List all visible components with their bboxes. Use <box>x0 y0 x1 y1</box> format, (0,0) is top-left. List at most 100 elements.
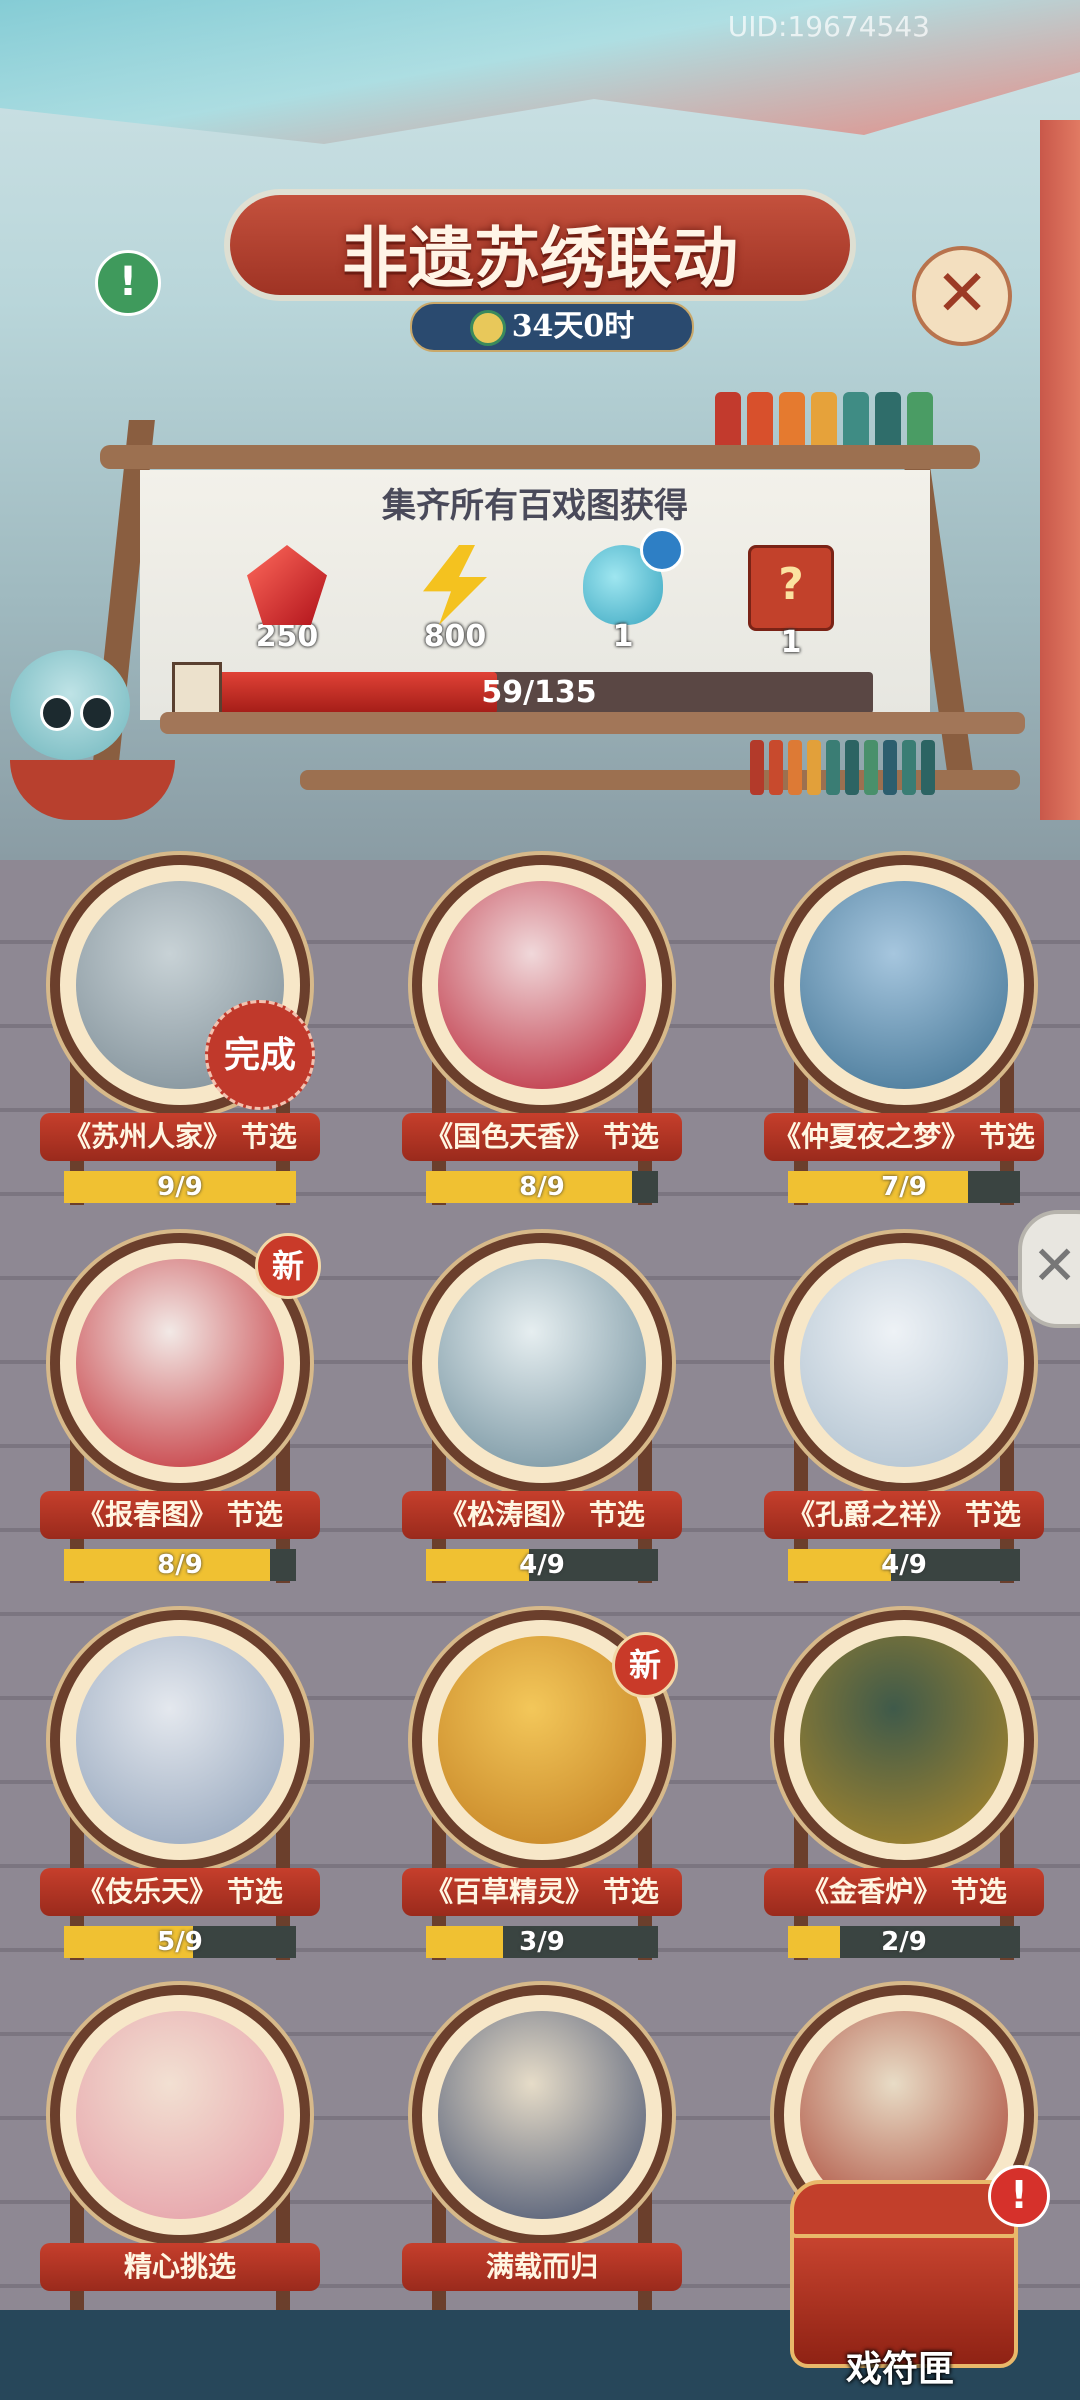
card-artwork <box>800 1636 1008 1844</box>
card-progress-bar: 4/9 <box>788 1549 1020 1581</box>
uid-label: UID:19674543 <box>727 10 930 43</box>
thread-spools <box>715 392 933 452</box>
card-progress-text: 4/9 <box>519 1550 565 1580</box>
alert-badge: ! <box>988 2165 1050 2227</box>
spool-icon <box>715 392 741 452</box>
spool-icon <box>747 392 773 452</box>
card-progress-text: 8/9 <box>157 1550 203 1580</box>
card-artwork <box>438 2011 646 2219</box>
card-progress-text: 2/9 <box>881 1927 927 1957</box>
card-artwork <box>800 881 1008 1089</box>
lightning-icon <box>423 545 487 625</box>
reward-energy[interactable]: 800 <box>400 545 510 654</box>
card-title: 《仲夏夜之梦》 节选 <box>764 1113 1044 1161</box>
artwork-card[interactable]: 新 《百草精灵》 节选 3/9 <box>402 1620 682 1960</box>
card-title: 满载而归 <box>402 2243 682 2291</box>
card-title: 《伎乐天》 节选 <box>40 1868 320 1916</box>
red-gem-icon <box>247 545 327 625</box>
magnifier-icon <box>640 528 684 572</box>
card-title: 《国色天香》 节选 <box>402 1113 682 1161</box>
chest-label: 戏符匣 <box>845 2348 954 2390</box>
artwork-card[interactable]: 新 《报春图》 节选 8/9 <box>40 1233 321 1583</box>
card-progress-bar: 5/9 <box>64 1926 296 1958</box>
card-title: 《报春图》 节选 <box>40 1491 320 1539</box>
artwork-card[interactable]: 《仲夏夜之梦》 节选 7/9 <box>764 865 1044 1205</box>
loom-middle-bar <box>160 712 1025 734</box>
bobbin-icon <box>864 740 878 795</box>
spool-icon <box>811 392 837 452</box>
card-title: 《百草精灵》 节选 <box>402 1868 682 1916</box>
card-artwork <box>76 1636 284 1844</box>
new-badge: 新 <box>612 1632 678 1698</box>
basket-icon <box>10 760 175 820</box>
character-card[interactable]: 精心挑选 <box>40 1995 320 2335</box>
bobbin-icon <box>883 740 897 795</box>
close-button[interactable]: ✕ <box>912 246 1012 346</box>
thread-bobbins <box>750 740 935 795</box>
spool-icon <box>875 392 901 452</box>
card-progress-bar: 8/9 <box>64 1549 296 1581</box>
page-title: 非遗苏绣联动 <box>342 219 738 297</box>
cat-eye <box>40 695 74 731</box>
card-title: 《孔爵之祥》 节选 <box>764 1491 1044 1539</box>
card-progress-bar: 7/9 <box>788 1171 1020 1203</box>
rewards-caption: 集齐所有百戏图获得 <box>382 486 688 526</box>
reward-count: 1 <box>780 625 802 660</box>
red-pillar-decoration <box>1040 120 1080 820</box>
reward-gems[interactable]: 250 <box>232 545 342 654</box>
card-title: 《松涛图》 节选 <box>402 1491 682 1539</box>
bobbin-icon <box>750 740 764 795</box>
card-artwork <box>800 1259 1008 1467</box>
side-collapse-tab[interactable]: ✕ <box>1018 1210 1080 1328</box>
collection-progress-bar: 59/135 <box>205 672 873 714</box>
bobbin-icon <box>845 740 859 795</box>
card-title: 精心挑选 <box>40 2243 320 2291</box>
spool-icon <box>907 392 933 452</box>
clock-icon <box>469 310 506 346</box>
collection-progress-text: 59/135 <box>481 675 597 710</box>
card-title: 《金香炉》 节选 <box>764 1868 1044 1916</box>
card-progress-bar: 9/9 <box>64 1171 296 1203</box>
new-badge: 新 <box>255 1233 321 1299</box>
spool-icon <box>779 392 805 452</box>
card-progress-text: 5/9 <box>157 1927 203 1957</box>
card-progress-text: 7/9 <box>881 1172 927 1202</box>
bobbin-icon <box>921 740 935 795</box>
complete-badge: 完成 <box>205 1000 315 1110</box>
card-artwork <box>76 2011 284 2219</box>
mystery-chest-icon: ? <box>748 545 834 631</box>
spool-icon <box>843 392 869 452</box>
artwork-card[interactable]: 《孔爵之祥》 节选 4/9 <box>764 1243 1044 1583</box>
artwork-card[interactable]: 《金香炉》 节选 2/9 <box>764 1620 1044 1960</box>
chest-lid <box>790 2180 1018 2238</box>
artwork-card[interactable]: 《伎乐天》 节选 5/9 <box>40 1620 320 1960</box>
card-artwork <box>438 1259 646 1467</box>
bobbin-icon <box>826 740 840 795</box>
artwork-card[interactable]: 《松涛图》 节选 4/9 <box>402 1243 682 1583</box>
bobbin-icon <box>788 740 802 795</box>
bobbin-icon <box>769 740 783 795</box>
reward-count: 1 <box>612 619 634 654</box>
card-artwork <box>438 881 646 1089</box>
reward-chest[interactable]: ? 1 <box>736 545 846 660</box>
card-progress-bar: 3/9 <box>426 1926 658 1958</box>
artwork-card[interactable]: 完成 《苏州人家》 节选 9/9 <box>40 865 320 1205</box>
card-title: 《苏州人家》 节选 <box>40 1113 320 1161</box>
cat-mascot[interactable] <box>0 650 175 850</box>
info-button[interactable]: ! <box>95 250 161 316</box>
character-card[interactable]: 满载而归 <box>402 1995 682 2335</box>
bobbin-icon <box>807 740 821 795</box>
bobbin-icon <box>902 740 916 795</box>
card-progress-bar: 8/9 <box>426 1171 658 1203</box>
event-timer: 34天0时 <box>410 302 694 352</box>
artwork-card[interactable]: 《国色天香》 节选 8/9 <box>402 865 682 1205</box>
timer-text: 34天0时 <box>511 309 635 344</box>
card-progress-bar: 4/9 <box>426 1549 658 1581</box>
card-progress-text: 9/9 <box>157 1172 203 1202</box>
card-progress-text: 4/9 <box>881 1550 927 1580</box>
card-progress-text: 8/9 <box>519 1172 565 1202</box>
cat-eye <box>80 695 114 731</box>
reward-count: 800 <box>423 619 487 654</box>
card-progress-text: 3/9 <box>519 1927 565 1957</box>
loom-top-bar <box>100 445 980 469</box>
